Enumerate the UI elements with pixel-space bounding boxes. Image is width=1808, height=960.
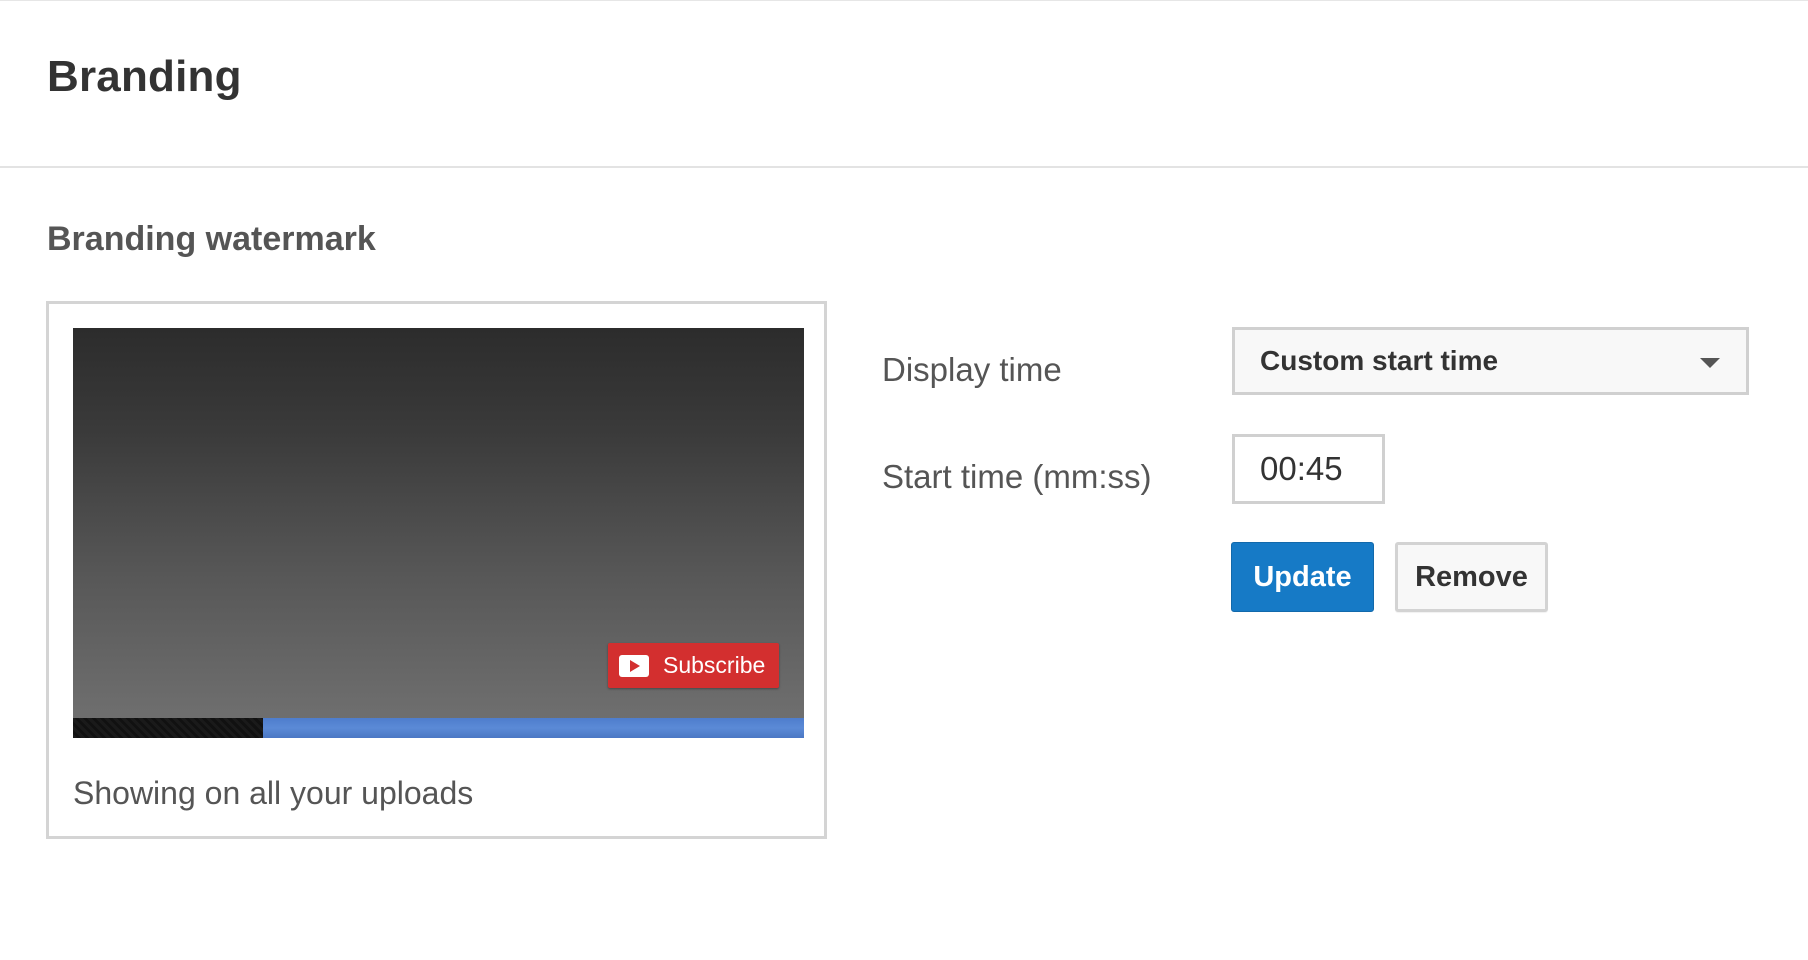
chevron-down-icon xyxy=(1700,358,1720,368)
youtube-play-icon xyxy=(619,654,649,677)
remove-button[interactable]: Remove xyxy=(1395,542,1548,612)
video-progress-fill xyxy=(263,718,804,738)
display-time-select[interactable]: Custom start time xyxy=(1232,327,1749,395)
top-border xyxy=(0,0,1808,1)
branding-page: Branding Branding watermark Subscribe Sh… xyxy=(0,0,1808,960)
section-title: Branding watermark xyxy=(47,220,376,258)
header-divider xyxy=(0,166,1808,168)
video-preview: Subscribe xyxy=(73,328,804,738)
subscribe-label: Subscribe xyxy=(663,652,766,678)
watermark-scope-caption: Showing on all your uploads xyxy=(73,775,474,811)
page-title: Branding xyxy=(47,52,242,101)
update-button[interactable]: Update xyxy=(1231,542,1374,612)
subscribe-watermark-badge: Subscribe xyxy=(608,643,779,688)
video-progress-bar xyxy=(73,718,804,738)
watermark-preview-card: Subscribe Showing on all your uploads xyxy=(46,301,827,839)
display-time-value: Custom start time xyxy=(1260,345,1499,376)
start-time-label: Start time (mm:ss) xyxy=(882,458,1152,495)
start-time-input[interactable] xyxy=(1232,434,1385,504)
display-time-label: Display time xyxy=(882,351,1062,388)
